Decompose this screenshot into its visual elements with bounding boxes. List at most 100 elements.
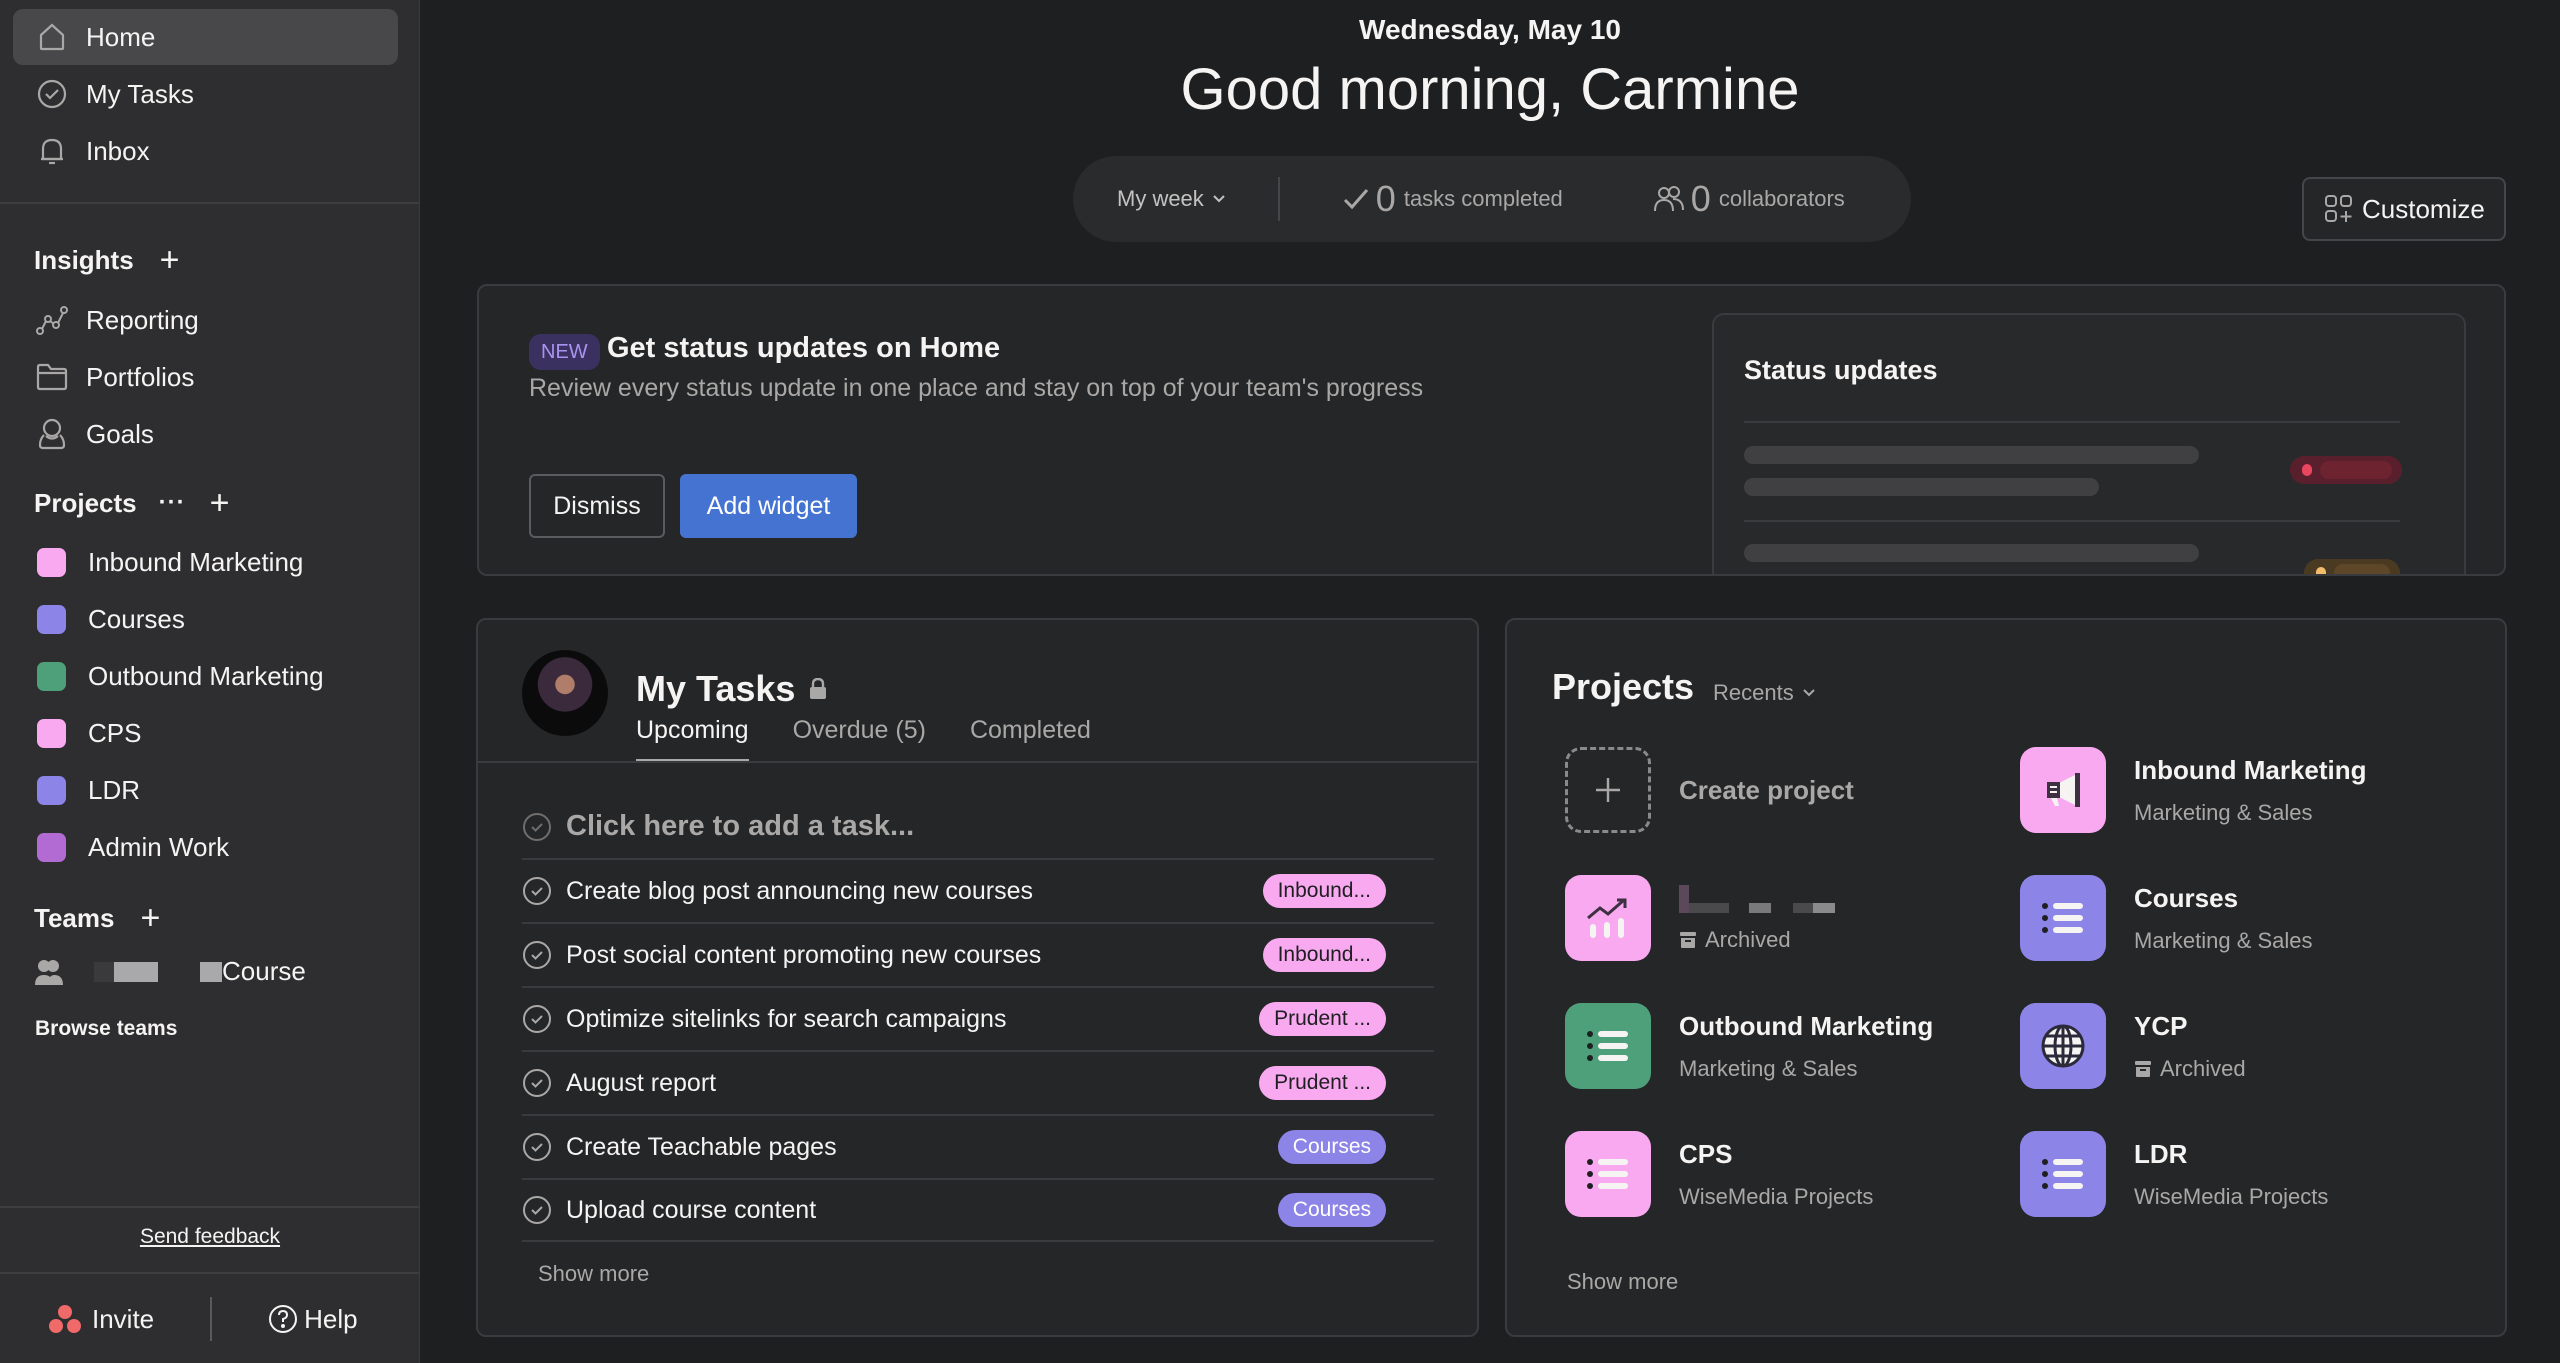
task-row[interactable]: Create Teachable pages Courses (522, 1114, 1434, 1178)
project-tile-ycp[interactable]: YCP Archived (2020, 1001, 2460, 1091)
dismiss-button[interactable]: Dismiss (529, 474, 665, 538)
recents-dropdown[interactable]: Recents (1713, 680, 1816, 706)
project-name: CPS (1679, 1138, 1733, 1169)
tabs-divider (478, 761, 1477, 763)
project-color-swatch (37, 547, 66, 577)
task-row[interactable]: August report Prudent ... (522, 1050, 1434, 1114)
browse-teams-link[interactable]: Browse teams (35, 1017, 177, 1041)
sidebar-divider (0, 1272, 420, 1274)
insights-heading: Insights + (34, 243, 180, 277)
project-text: Outbound Marketing Marketing & Sales (1679, 1011, 1933, 1082)
stats-divider (1277, 177, 1280, 221)
sidebar-item-goals[interactable]: Goals (13, 406, 398, 462)
tab-upcoming[interactable]: Upcoming (636, 716, 749, 763)
task-name: Create Teachable pages (566, 1132, 837, 1161)
skeleton-bar (2334, 564, 2390, 574)
add-widget-button[interactable]: Add widget (680, 474, 857, 538)
project-tile-inbound-marketing[interactable]: Inbound Marketing Marketing & Sales (2020, 745, 2460, 835)
projects-heading-label: Projects (34, 487, 137, 518)
sidebar-item-label: Portfolios (86, 361, 195, 392)
recents-label: Recents (1713, 680, 1794, 705)
complete-task-checkbox[interactable] (522, 1195, 552, 1225)
sidebar-project-outbound-marketing[interactable]: Outbound Marketing (13, 651, 398, 701)
project-subtitle-label: WiseMedia Projects (1679, 1183, 1874, 1209)
sidebar-item-label: Inbox (86, 135, 150, 166)
create-project-button[interactable]: Create project (1565, 745, 2005, 835)
sidebar-item-home[interactable]: Home (13, 9, 398, 65)
project-icon (1565, 875, 1651, 961)
sidebar-item-label: Goals (86, 418, 154, 449)
project-tile-cps[interactable]: CPS WiseMedia Projects (1565, 1129, 2005, 1219)
skeleton-line (1744, 544, 2199, 562)
project-tag[interactable]: Courses (1277, 1130, 1386, 1164)
sidebar-project-inbound-marketing[interactable]: Inbound Marketing (13, 537, 398, 587)
project-tag[interactable]: Inbound... (1262, 938, 1386, 972)
home-icon (35, 20, 69, 54)
sidebar-project-courses[interactable]: Courses (13, 594, 398, 644)
sidebar-item-label: Home (86, 21, 156, 52)
archive-icon (2134, 1060, 2152, 1078)
tab-overdue[interactable]: Overdue (5) (793, 716, 926, 763)
sidebar-item-portfolios[interactable]: Portfolios (13, 349, 398, 405)
complete-task-checkbox[interactable] (522, 876, 552, 906)
skeleton-line (1744, 478, 2099, 496)
add-project-button[interactable]: + (210, 486, 230, 520)
project-text: Archived (1679, 883, 1835, 953)
task-row[interactable]: Create blog post announcing new courses … (522, 858, 1434, 922)
complete-task-checkbox[interactable] (522, 1004, 552, 1034)
sidebar-team-item[interactable]: Course (34, 956, 306, 987)
sidebar-project-label: Outbound Marketing (88, 660, 324, 691)
megaphone-icon (2039, 770, 2087, 810)
project-tile-outbound-marketing[interactable]: Outbound Marketing Marketing & Sales (1565, 1001, 2005, 1091)
sidebar-project-admin-work[interactable]: Admin Work (13, 822, 398, 872)
project-tag[interactable]: Prudent ... (1259, 1066, 1386, 1100)
status-dot (2302, 464, 2312, 476)
sidebar-item-reporting[interactable]: Reporting (13, 292, 398, 348)
period-dropdown[interactable]: My week (1117, 186, 1226, 212)
complete-task-checkbox[interactable] (522, 1068, 552, 1098)
tasks-completed-count: 0 (1375, 178, 1396, 219)
sidebar-item-my-tasks[interactable]: My Tasks (13, 66, 398, 122)
complete-task-checkbox[interactable] (522, 940, 552, 970)
project-tag[interactable]: Courses (1277, 1193, 1386, 1227)
project-tag[interactable]: Inbound... (1262, 874, 1386, 908)
tab-completed[interactable]: Completed (970, 716, 1091, 763)
task-row[interactable]: Post social content promoting new course… (522, 922, 1434, 986)
help-button[interactable]: Help (268, 1304, 358, 1335)
send-feedback-link[interactable]: Send feedback (0, 1225, 420, 1249)
task-name: Create blog post announcing new courses (566, 876, 1033, 905)
task-row[interactable]: Optimize sitelinks for search campaigns … (522, 986, 1434, 1050)
banner-subtitle: Review every status update in one place … (529, 374, 1424, 402)
project-tag[interactable]: Prudent ... (1259, 1002, 1386, 1036)
invite-button[interactable]: Invite (48, 1304, 154, 1335)
project-tile-redacted[interactable]: Archived (1565, 873, 2005, 963)
project-icon (2020, 1003, 2106, 1089)
projects-widget: Projects Recents Create project Inbound … (1505, 618, 2507, 1337)
project-tile-ldr[interactable]: LDR WiseMedia Projects (2020, 1129, 2460, 1219)
project-tile-courses[interactable]: Courses Marketing & Sales (2020, 873, 2460, 963)
sidebar-project-ldr[interactable]: LDR (13, 765, 398, 815)
my-tasks-title[interactable]: My Tasks (636, 668, 827, 710)
avatar[interactable] (522, 650, 608, 736)
status-updates-banner: NEW Get status updates on Home Review ev… (477, 284, 2506, 576)
add-insight-button[interactable]: + (160, 243, 180, 277)
task-row[interactable]: Upload course content Courses (522, 1178, 1434, 1242)
chevron-down-icon (1212, 194, 1226, 204)
list-icon (2039, 1154, 2087, 1194)
project-icon (1565, 1003, 1651, 1089)
add-team-button[interactable]: + (140, 901, 160, 935)
customize-button[interactable]: Customize (2302, 177, 2506, 241)
project-name: Outbound Marketing (1679, 1010, 1934, 1041)
project-text: Courses Marketing & Sales (2134, 883, 2313, 954)
complete-task-checkbox[interactable] (522, 1132, 552, 1162)
goals-icon (35, 417, 69, 451)
sidebar-project-cps[interactable]: CPS (13, 708, 398, 758)
project-name: Inbound Marketing (2134, 754, 2367, 785)
skeleton-bar (2320, 461, 2392, 479)
create-project-label: Create project (1679, 774, 1854, 805)
projects-show-more-link[interactable]: Show more (1567, 1269, 1678, 1295)
add-task-input[interactable]: Click here to add a task... (522, 810, 1434, 843)
projects-more-button[interactable]: ··· (159, 489, 186, 517)
tasks-show-more-link[interactable]: Show more (538, 1261, 649, 1287)
sidebar-item-inbox[interactable]: Inbox (13, 123, 398, 179)
